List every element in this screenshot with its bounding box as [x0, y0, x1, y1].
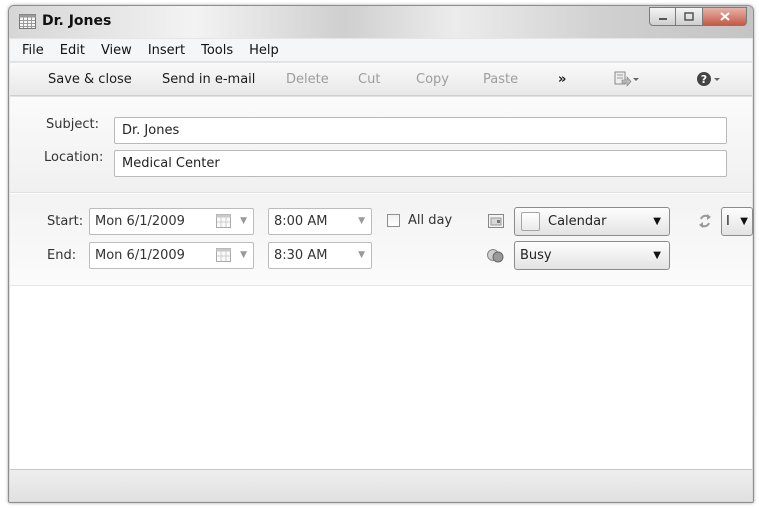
repeat-dropdown[interactable]: I ▼ [721, 207, 753, 236]
save-close-button[interactable]: Save & close [48, 72, 132, 87]
start-date-picker[interactable]: Mon 6/1/2009 ▼ [89, 208, 254, 235]
menu-tools[interactable]: Tools [193, 43, 241, 58]
menu-insert[interactable]: Insert [140, 43, 193, 58]
subject-label: Subject: [46, 117, 99, 132]
all-day-label: All day [408, 213, 453, 228]
maximize-button[interactable] [676, 7, 703, 26]
cut-button[interactable]: Cut [358, 72, 380, 87]
svg-text:?: ? [701, 73, 707, 86]
copy-button[interactable]: Copy [416, 72, 449, 87]
chevron-down-icon: ▼ [240, 216, 247, 226]
end-time-select[interactable]: 8:30 AM ▼ [268, 242, 372, 269]
calendar-value: Calendar [548, 214, 607, 229]
status-value: Busy [520, 248, 552, 263]
status-dropdown[interactable]: Busy ▼ [514, 241, 670, 270]
chevron-down-icon: ▼ [240, 250, 247, 260]
calendar-picker-icon [216, 214, 231, 228]
delete-button[interactable]: Delete [286, 72, 329, 87]
maximize-icon [684, 12, 694, 21]
paste-button[interactable]: Paste [483, 72, 518, 87]
minimize-button[interactable] [649, 7, 676, 26]
toolbar: Save & close Send in e-mail Delete Cut C… [10, 63, 752, 96]
end-time-value: 8:30 AM [274, 248, 328, 263]
calendar-dropdown[interactable]: Calendar ▼ [514, 207, 670, 236]
menu-edit[interactable]: Edit [52, 43, 93, 58]
repeat-icon [699, 214, 711, 228]
window-title: Dr. Jones [42, 13, 112, 29]
start-date-value: Mon 6/1/2009 [95, 214, 185, 229]
publish-icon [614, 71, 639, 87]
minimize-icon [658, 17, 667, 20]
publish-button[interactable] [614, 71, 640, 91]
subject-input[interactable]: Dr. Jones [114, 117, 727, 144]
location-label: Location: [44, 150, 104, 165]
chevron-down-icon: ▼ [740, 216, 748, 227]
help-icon: ? [697, 72, 720, 86]
caption-buttons [649, 7, 747, 26]
calendar-select-icon [488, 214, 504, 228]
title-bar[interactable]: Dr. Jones [9, 6, 753, 38]
chevron-down-icon: ▼ [358, 250, 365, 260]
chevron-down-icon: ▼ [653, 250, 661, 261]
start-label: Start: [47, 214, 84, 229]
appointment-window: Dr. Jones File Edit View Insert Tools He… [8, 5, 754, 503]
start-time-value: 8:00 AM [274, 214, 328, 229]
more-commands-button[interactable]: » [558, 72, 566, 87]
repeat-value: I [726, 214, 730, 229]
end-date-value: Mon 6/1/2009 [95, 248, 185, 263]
close-button[interactable] [703, 7, 747, 26]
help-button[interactable]: ? [696, 71, 722, 91]
calendar-grid-icon [19, 14, 36, 29]
menu-file[interactable]: File [14, 43, 52, 58]
menu-bar: File Edit View Insert Tools Help [10, 39, 752, 62]
end-date-picker[interactable]: Mon 6/1/2009 ▼ [89, 242, 254, 269]
notes-area[interactable] [10, 287, 752, 469]
menu-help[interactable]: Help [241, 43, 287, 58]
chevron-down-icon: ▼ [653, 216, 661, 227]
send-email-button[interactable]: Send in e-mail [162, 72, 255, 87]
all-day-checkbox[interactable] [387, 214, 400, 227]
close-icon [719, 12, 730, 21]
menu-view[interactable]: View [93, 43, 140, 58]
chevron-down-icon: ▼ [358, 216, 365, 226]
calendar-picker-icon [216, 248, 231, 262]
end-label: End: [47, 248, 77, 263]
appointment-content: Subject: Dr. Jones Location: Medical Cen… [10, 97, 753, 501]
status-icon [487, 249, 504, 263]
start-time-select[interactable]: 8:00 AM ▼ [268, 208, 372, 235]
details-section: Subject: Dr. Jones Location: Medical Cen… [10, 97, 752, 193]
calendar-color-swatch [521, 212, 540, 231]
status-bar [10, 469, 752, 501]
location-input[interactable]: Medical Center [114, 150, 727, 177]
time-section: Start: Mon 6/1/2009 ▼ 8:00 AM ▼ All day … [10, 194, 753, 286]
